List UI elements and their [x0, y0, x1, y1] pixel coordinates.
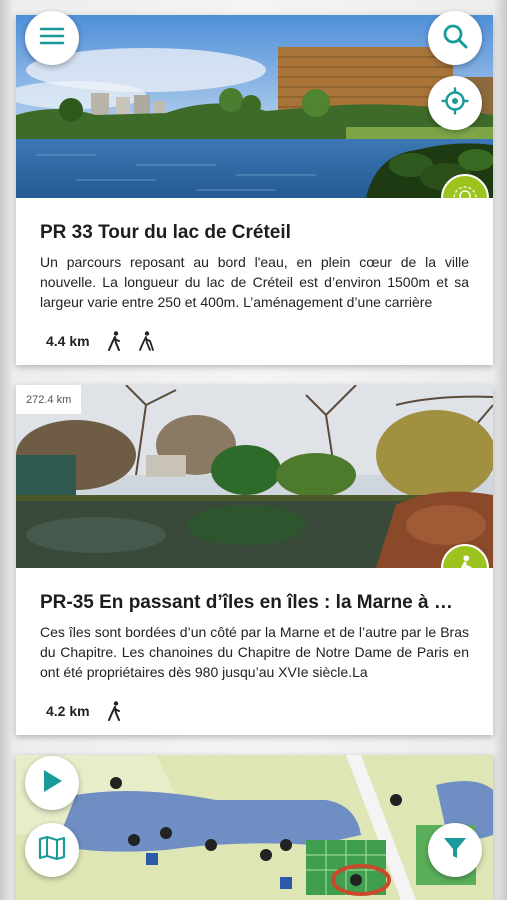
trail-photo-lake	[16, 15, 493, 198]
trail-title[interactable]: PR 33 Tour du lac de Créteil	[40, 222, 469, 244]
trail-meta: 4.2 km	[40, 682, 469, 735]
trail-distance: 4.4 km	[46, 333, 90, 349]
trail-meta: 4.4 km	[40, 312, 469, 365]
play-icon	[40, 768, 64, 799]
trail-map-preview	[16, 755, 493, 900]
menu-button[interactable]	[25, 11, 79, 65]
trail-card[interactable]: 272.4 km PR-35 En passant d’îles en îles…	[16, 385, 493, 735]
trail-description: Un parcours reposant au bord l'eau, en p…	[40, 254, 469, 310]
locate-icon	[441, 86, 469, 120]
menu-icon	[39, 26, 65, 51]
map-icon	[38, 835, 66, 866]
lightbulb-icon	[451, 184, 479, 198]
trail-description: Ces îles sont bordées d’un côté par la M…	[40, 624, 469, 680]
hiking-icon	[106, 701, 124, 721]
trail-card[interactable]	[16, 755, 493, 900]
play-button[interactable]	[25, 756, 79, 810]
nordic-walking-icon	[136, 331, 156, 351]
trail-photo-marne: 272.4 km	[16, 385, 493, 568]
search-icon	[442, 23, 468, 54]
hiking-icon	[106, 331, 124, 351]
search-button[interactable]	[428, 11, 482, 65]
filter-icon	[442, 835, 468, 866]
hiking-icon	[453, 555, 477, 568]
distance-from-user: 272.4 km	[16, 385, 82, 414]
trail-card[interactable]: PR 33 Tour du lac de Créteil Un parcours…	[16, 15, 493, 365]
filter-button[interactable]	[428, 823, 482, 877]
map-view-button[interactable]	[25, 823, 79, 877]
trail-title[interactable]: PR-35 En passant d’îles en îles : la Mar…	[40, 592, 469, 614]
trail-distance: 4.2 km	[46, 703, 90, 719]
locate-button[interactable]	[428, 76, 482, 130]
